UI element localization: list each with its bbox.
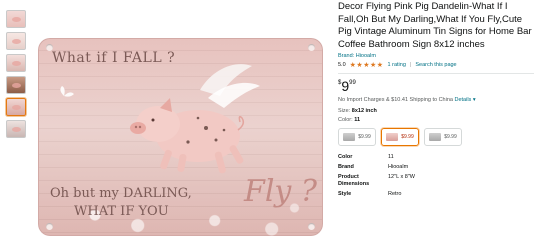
sign-bottom-line1: Oh but my DARLING, <box>50 186 192 201</box>
price-fraction: 99 <box>349 80 356 87</box>
color-row: Color: 11 <box>338 117 534 123</box>
sign-top-text: What if I FALL ? <box>52 50 176 66</box>
spec-row: Color 11 <box>338 154 534 161</box>
spec-value: Retro <box>388 191 402 198</box>
price: $ 9 99 <box>338 79 534 93</box>
spec-row: Style Retro <box>338 191 534 198</box>
import-charges: No Import Charges & $10.41 Shipping to C… <box>338 97 534 103</box>
thumbnail-3[interactable] <box>6 54 26 72</box>
brand-link[interactable]: Brand: Hiooalm <box>338 53 534 59</box>
thumbnail-1[interactable] <box>6 10 26 28</box>
size-value: 8x12 inch <box>351 108 377 115</box>
details-link[interactable]: Details <box>455 97 472 103</box>
color-swatch[interactable]: $9.99 <box>338 128 376 147</box>
size-label: Size: <box>338 108 351 115</box>
spec-key: Product Dimensions <box>338 174 370 188</box>
swatch-image <box>386 133 399 142</box>
thumbnail-strip <box>6 10 28 142</box>
search-page-link[interactable]: Search this page <box>415 62 456 68</box>
divider <box>338 73 534 75</box>
price-whole: 9 <box>341 78 350 95</box>
rating-row: 5.0 ★★★★★ 1 rating | Search this page <box>338 61 534 69</box>
color-swatches: $9.99 $9.99 $9.99 <box>338 128 534 147</box>
thumbnail-2[interactable] <box>6 32 26 50</box>
color-value: 11 <box>354 117 361 124</box>
separator: | <box>409 62 412 69</box>
thumbnail-4[interactable] <box>6 76 26 94</box>
swatch-image <box>343 133 356 142</box>
spec-row: Brand Hiooalm <box>338 164 534 171</box>
swatch-image <box>429 133 442 142</box>
rating-count-link[interactable]: 1 rating <box>388 62 406 68</box>
spec-value: 12"L x 8"W <box>388 174 415 181</box>
color-swatch-selected[interactable]: $9.99 <box>381 128 419 147</box>
spec-row: Product Dimensions 12"L x 8"W <box>338 174 534 188</box>
rating-value: 5.0 <box>338 62 346 69</box>
import-text: No Import Charges & $10.41 Shipping to C… <box>338 97 453 104</box>
swatch-price: $9.99 <box>401 134 414 141</box>
thumbnail-5[interactable] <box>6 98 26 116</box>
star-rating-icon[interactable]: ★★★★★ <box>350 61 384 69</box>
sign-fly-text: Fly ? <box>244 174 317 209</box>
chevron-down-icon[interactable]: ▾ <box>471 97 476 103</box>
color-swatch[interactable]: $9.99 <box>424 128 462 147</box>
color-label: Color: <box>338 117 353 124</box>
spec-value: 11 <box>388 154 394 161</box>
spec-value: Hiooalm <box>388 164 409 171</box>
swatch-price: $9.99 <box>444 134 457 141</box>
product-details: Decor Flying Pink Pig Dandelin-What If I… <box>338 0 534 201</box>
swatch-price: $9.99 <box>358 134 371 141</box>
product-title: Decor Flying Pink Pig Dandelin-What If I… <box>338 1 532 50</box>
spec-key: Style <box>338 191 352 198</box>
product-specs: Color 11 Brand Hiooalm Product Dimension… <box>338 154 534 198</box>
sign-bottom-line2: WHAT IF YOU <box>74 204 169 219</box>
size-row: Size: 8x12 inch <box>338 108 534 114</box>
spec-key: Color <box>338 154 353 161</box>
product-main-image[interactable]: What if I FALL ? Oh but my DARLING, WHAT… <box>38 38 323 236</box>
spec-key: Brand <box>338 164 354 171</box>
thumbnail-6[interactable] <box>6 120 26 138</box>
